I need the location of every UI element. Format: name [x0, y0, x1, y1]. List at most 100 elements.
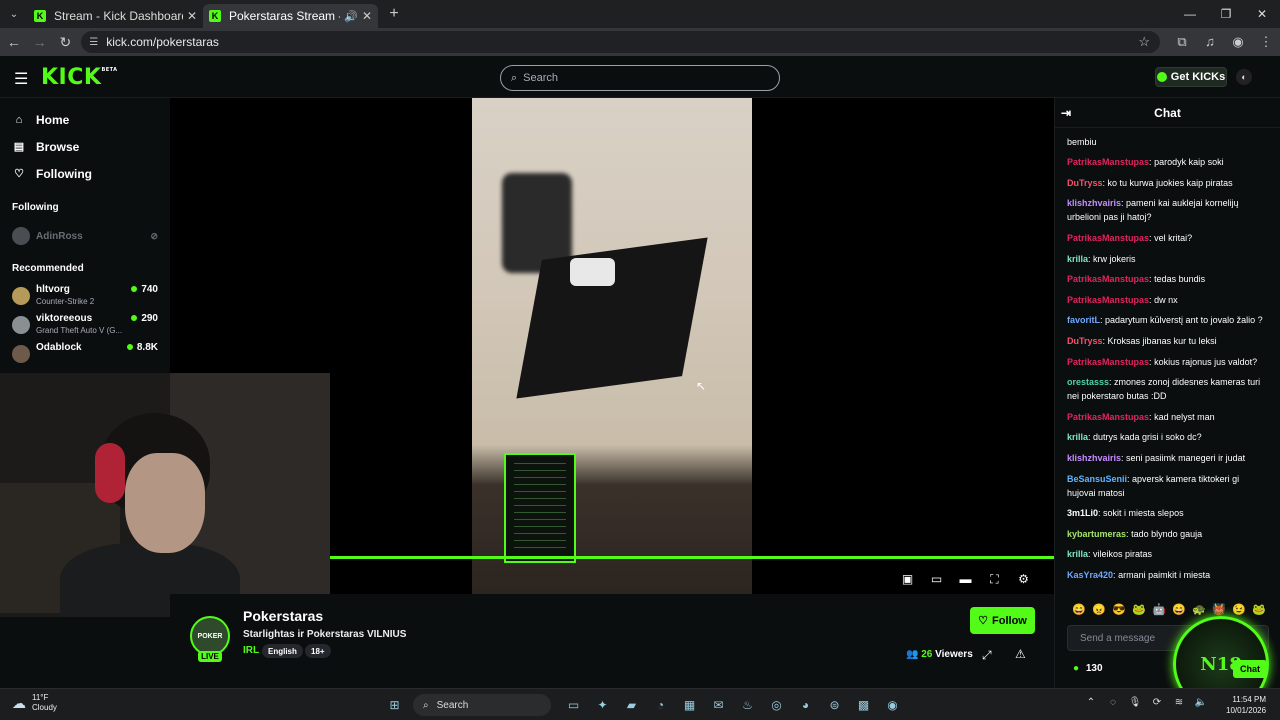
minimize-icon[interactable]: — — [1172, 0, 1208, 28]
followed-channel[interactable]: AdinRoss ⊘ — [0, 224, 170, 248]
streamer-avatar[interactable]: POKER — [190, 616, 230, 656]
mail-icon[interactable]: ✉ — [704, 693, 733, 717]
reload-icon[interactable]: ↻ — [54, 30, 78, 54]
kick-logo[interactable]: KICKBETA — [41, 65, 118, 90]
report-icon[interactable]: ⚠ — [1015, 647, 1026, 661]
stream-video[interactable] — [472, 98, 752, 594]
steam-icon[interactable]: ♨ — [733, 693, 762, 717]
sidebar-item-home[interactable]: ⌂ Home — [0, 106, 170, 133]
network-app-icon[interactable]: ◌ — [1102, 697, 1124, 708]
chat-username[interactable]: favoritL — [1067, 315, 1100, 325]
emote-icon[interactable]: 🐸 — [1129, 603, 1149, 616]
close-tab-icon[interactable]: ✕ — [362, 9, 372, 23]
chat-username[interactable]: DuTryss — [1067, 178, 1103, 188]
chat-username[interactable]: orestasss — [1067, 377, 1109, 387]
store-icon[interactable]: ▦ — [675, 693, 704, 717]
recommended-channel[interactable]: hltvorg Counter-Strike 2 740 — [0, 283, 170, 312]
recommended-channel[interactable]: Odablock 8.8K — [0, 341, 170, 370]
bookmark-star-icon[interactable]: ☆ — [1138, 34, 1150, 50]
task-view-icon[interactable]: ▭ — [559, 693, 588, 717]
mic-icon[interactable]: 🎙 — [1124, 697, 1146, 708]
more-menu-icon[interactable]: ⋮ — [1252, 34, 1280, 50]
close-tab-icon[interactable]: ✕ — [187, 9, 197, 23]
share-icon[interactable]: ⤢ — [982, 648, 992, 663]
chat-username[interactable]: krilla — [1067, 254, 1088, 264]
wifi-icon[interactable]: ≋ — [1168, 697, 1190, 708]
profile-icon[interactable]: ◉ — [1224, 34, 1252, 50]
recommended-channel[interactable]: viktoreeous Grand Theft Auto V (G... 290 — [0, 312, 170, 341]
weather-widget[interactable]: ☁ 11°F Cloudy — [12, 693, 57, 713]
stream-category[interactable]: IRL — [243, 645, 259, 656]
chat-username[interactable]: PatrikasManstupas — [1067, 157, 1149, 167]
emote-icon[interactable]: 😠 — [1089, 603, 1109, 616]
tag-language[interactable]: English — [262, 644, 303, 658]
sidebar-item-following[interactable]: ♡ Following — [0, 160, 170, 187]
media-icon[interactable]: ♫ — [1196, 34, 1224, 50]
volume-icon[interactable]: 🔈 — [1190, 697, 1212, 708]
fullscreen-icon[interactable]: ⛶ — [980, 572, 1009, 587]
discord-icon[interactable]: ◕ — [791, 693, 820, 717]
obs-icon[interactable]: ▩ — [849, 693, 878, 717]
taskbar-search[interactable]: ⌕ Search — [413, 694, 551, 716]
maximize-icon[interactable]: ❐ — [1208, 0, 1244, 28]
picture-in-picture-icon[interactable]: ▬ — [951, 572, 980, 587]
emote-icon[interactable]: 👹 — [1209, 603, 1229, 616]
mini-player-icon[interactable]: ▣ — [893, 572, 922, 587]
chat-username[interactable]: PatrikasManstupas — [1067, 357, 1149, 367]
user-avatar[interactable]: ◐ — [1236, 69, 1252, 85]
sync-icon[interactable]: ⟳ — [1146, 697, 1168, 708]
close-window-icon[interactable]: ✕ — [1244, 0, 1280, 28]
channel-points[interactable]: ● 130 — [1073, 663, 1103, 674]
emote-icon[interactable]: 😎 — [1109, 603, 1129, 616]
emote-icon[interactable]: 😉 — [1229, 603, 1249, 616]
send-chat-button[interactable]: Chat — [1233, 660, 1267, 678]
chat-messages[interactable]: bembiu PatrikasManstupas: parodyk kaip so… — [1055, 128, 1280, 598]
emote-icon[interactable]: 🐢 — [1189, 603, 1209, 616]
collapse-chat-icon[interactable]: ⇥ — [1061, 106, 1071, 120]
edge-icon[interactable]: ◔ — [646, 693, 675, 717]
menu-icon[interactable]: ☰ — [14, 69, 28, 89]
tag-age[interactable]: 18+ — [305, 644, 331, 658]
chrome-icon[interactable]: ◎ — [762, 693, 791, 717]
extensions-icon[interactable]: ⧉ — [1168, 34, 1196, 50]
search-input[interactable]: ⌕ Search — [500, 65, 780, 91]
file-explorer-icon[interactable]: ▰ — [617, 693, 646, 717]
system-clock[interactable]: 11:54 PM 10/01/2026 — [1226, 694, 1266, 716]
settings-gear-icon[interactable]: ⚙ — [1009, 572, 1038, 587]
sidebar-item-browse[interactable]: ▤ Browse — [0, 133, 170, 160]
tab-pokerstaras-stream[interactable]: K Pokerstaras Stream - Watch 🔊 ✕ — [203, 4, 378, 28]
chat-username[interactable]: KasYra420 — [1067, 570, 1113, 580]
forward-icon[interactable]: → — [28, 30, 52, 54]
chat-username[interactable]: 3m1Li0 — [1067, 508, 1098, 518]
tab-search-icon[interactable]: ⌄ — [0, 0, 28, 28]
copilot-icon[interactable]: ✦ — [588, 693, 617, 717]
chat-username[interactable]: PatrikasManstupas — [1067, 274, 1149, 284]
chat-username[interactable]: krilla — [1067, 432, 1088, 442]
chat-username[interactable]: krilla — [1067, 549, 1088, 559]
emote-icon[interactable]: 😄 — [1169, 603, 1189, 616]
emote-icon[interactable]: 😄 — [1069, 603, 1089, 616]
app-icon[interactable]: ⊜ — [820, 693, 849, 717]
emote-icon[interactable]: 🐸 — [1249, 603, 1269, 616]
streamer-name[interactable]: Pokerstaras — [243, 608, 323, 624]
speaker-icon[interactable]: 🔊 — [344, 10, 358, 23]
get-kicks-button[interactable]: Get KICKs — [1155, 67, 1227, 87]
follow-button[interactable]: ♡ Follow — [970, 607, 1035, 634]
chat-username[interactable]: klishzhvairis — [1067, 198, 1121, 208]
site-info-icon[interactable]: ☰ — [89, 37, 98, 48]
back-icon[interactable]: ← — [2, 30, 26, 54]
windows-start-icon[interactable]: ⊞ — [380, 693, 409, 717]
progress-bar[interactable] — [330, 556, 1054, 559]
chat-username[interactable]: PatrikasManstupas — [1067, 233, 1149, 243]
chat-username[interactable]: klishzhvairis — [1067, 453, 1121, 463]
chat-username[interactable]: kybartumeras — [1067, 529, 1126, 539]
show-hidden-icon[interactable]: ⌃ — [1080, 697, 1102, 708]
chat-username[interactable]: DuTryss — [1067, 336, 1103, 346]
spotify-icon[interactable]: ◉ — [878, 693, 907, 717]
url-field[interactable]: ☰ kick.com/pokerstaras ☆ — [81, 31, 1160, 53]
new-tab-button[interactable]: + — [382, 5, 406, 23]
chat-username[interactable]: PatrikasManstupas — [1067, 412, 1149, 422]
chat-username[interactable]: PatrikasManstupas — [1067, 295, 1149, 305]
emote-icon[interactable]: 🤖 — [1149, 603, 1169, 616]
theater-mode-icon[interactable]: ▭ — [922, 572, 951, 587]
